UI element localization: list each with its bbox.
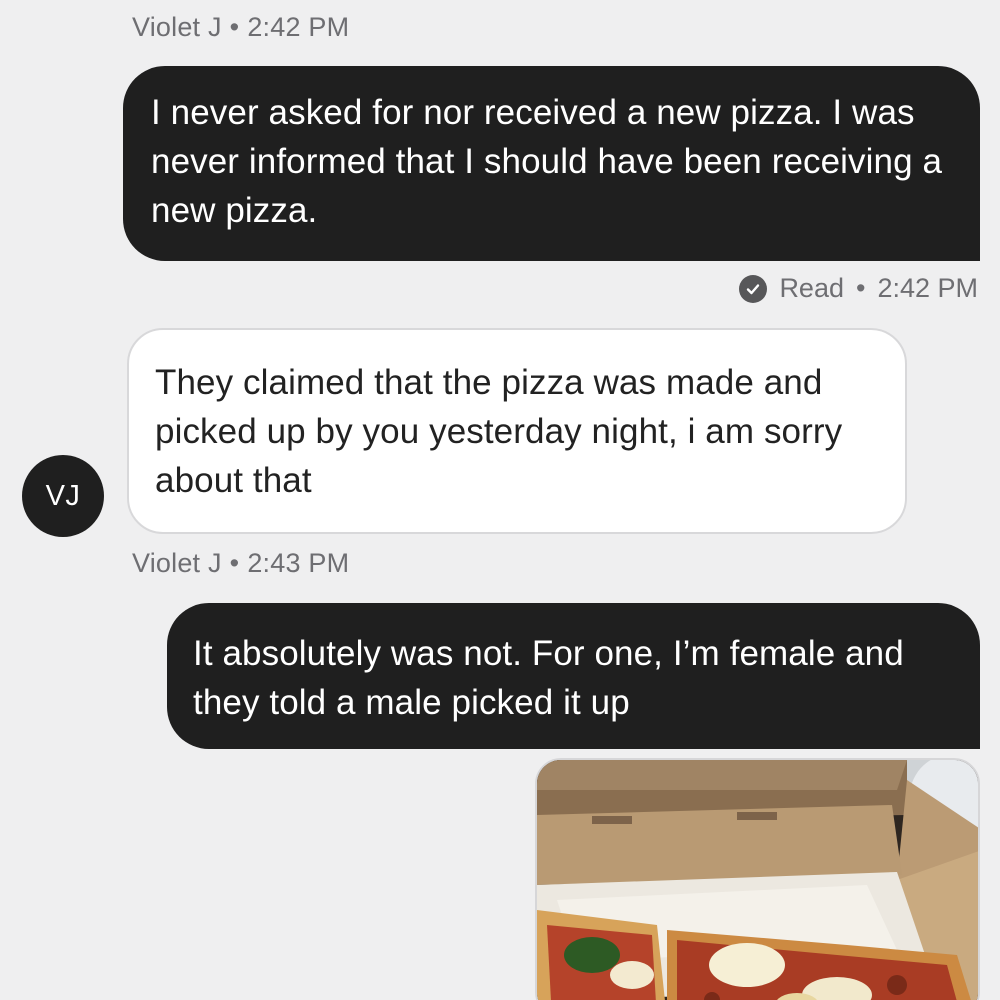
message-meta: Violet J • 2:43 PM	[132, 548, 349, 579]
message-time: 2:43 PM	[247, 548, 350, 578]
meta-separator: •	[229, 548, 240, 578]
message-text: I never asked for nor received a new piz…	[151, 93, 943, 230]
sender-name: Violet J	[132, 548, 222, 578]
meta-separator: •	[855, 273, 866, 303]
photo-icon	[537, 760, 978, 1000]
read-receipt: Read • 2:42 PM	[739, 273, 978, 304]
message-meta: Violet J • 2:42 PM	[132, 12, 349, 43]
message-text: It absolutely was not. For one, I’m fema…	[193, 634, 904, 722]
read-time: 2:42 PM	[877, 273, 978, 303]
meta-separator: •	[229, 12, 240, 42]
avatar-initials: VJ	[45, 479, 81, 512]
message-time: 2:42 PM	[247, 12, 350, 42]
sent-message-bubble[interactable]: I never asked for nor received a new piz…	[123, 66, 980, 261]
read-label: Read	[779, 273, 844, 303]
sent-message-bubble[interactable]: It absolutely was not. For one, I’m fema…	[167, 603, 980, 749]
avatar[interactable]: VJ	[22, 455, 104, 537]
message-text: They claimed that the pizza was made and…	[155, 363, 843, 500]
chat-thread: Violet J • 2:42 PM I never asked for nor r…	[0, 0, 1000, 1000]
photo-attachment[interactable]	[535, 758, 980, 1000]
sender-name: Violet J	[132, 12, 222, 42]
check-circle-icon	[739, 274, 768, 303]
received-message-bubble[interactable]: They claimed that the pizza was made and…	[127, 328, 907, 534]
